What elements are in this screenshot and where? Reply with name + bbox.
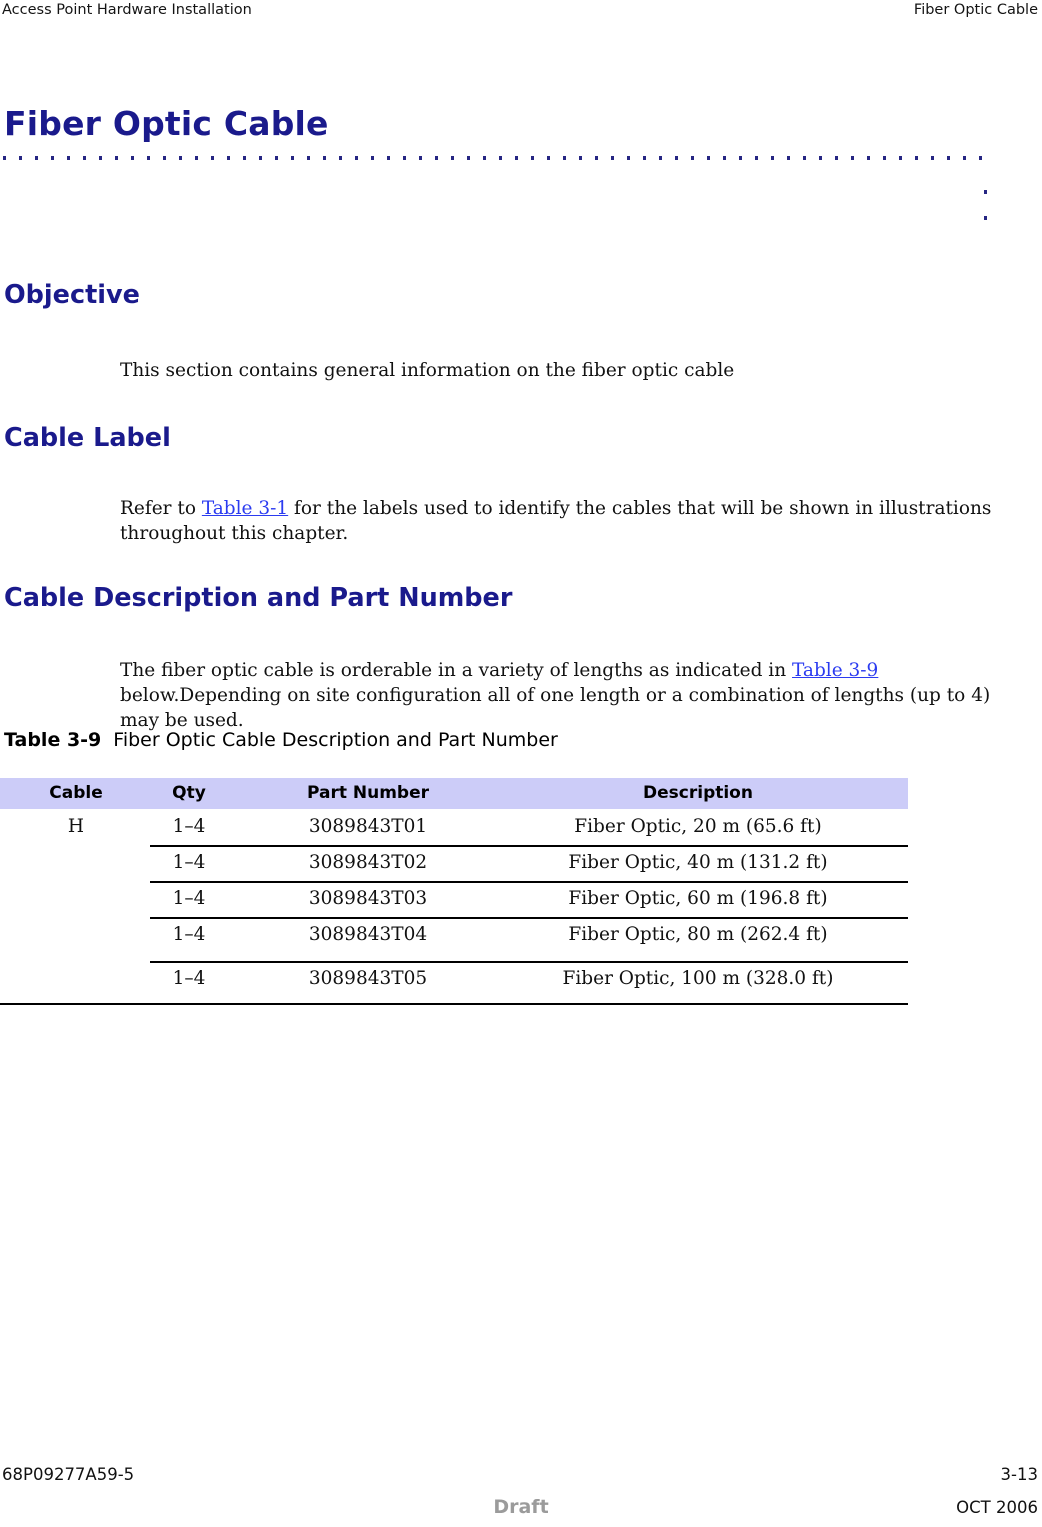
cell-part-number: 3089843T02 bbox=[308, 852, 428, 873]
section-heading-objective: Objective bbox=[4, 280, 140, 310]
running-head: Access Point Hardware Installation Fiber… bbox=[0, 0, 1042, 24]
row-divider bbox=[150, 917, 908, 919]
cell-description: Fiber Optic, 100 m (328.0 ft) bbox=[562, 968, 834, 989]
column-header-part-number: Part Number bbox=[306, 783, 430, 803]
cell-qty: 1–4 bbox=[172, 888, 206, 909]
table-caption-label: Table 3-9 bbox=[4, 729, 102, 751]
footer-date: OCT 2006 bbox=[956, 1498, 1038, 1517]
cell-qty: 1–4 bbox=[172, 852, 206, 873]
column-header-qty: Qty bbox=[172, 783, 206, 803]
table-row: 1–4 3089843T03 Fiber Optic, 60 m (196.8 … bbox=[0, 881, 908, 917]
page-footer: 68P09277A59-5 3-13 Draft OCT 2006 bbox=[0, 1457, 1042, 1527]
table-bottom-border bbox=[0, 1003, 908, 1006]
section-heading-cable-label: Cable Label bbox=[4, 423, 171, 453]
paragraph-text-lead: Refer to bbox=[120, 498, 202, 519]
cross-reference-table-3-1[interactable]: Table 3-1 bbox=[202, 498, 288, 519]
cell-description: Fiber Optic, 80 m (262.4 ft) bbox=[568, 924, 828, 945]
footer-page-number: 3-13 bbox=[1000, 1465, 1038, 1484]
cell-part-number: 3089843T04 bbox=[308, 924, 428, 945]
table-row: H 1–4 3089843T01 Fiber Optic, 20 m (65.6… bbox=[0, 809, 908, 845]
cell-cable: H bbox=[67, 816, 85, 837]
column-header-cable: Cable bbox=[49, 783, 103, 803]
column-header-description: Description bbox=[643, 783, 753, 803]
page-title: Fiber Optic Cable bbox=[4, 104, 329, 143]
cell-qty: 1–4 bbox=[172, 968, 206, 989]
section-paragraph-cable-description: The fiber optic cable is orderable in a … bbox=[120, 658, 1025, 733]
dotted-rule-divider bbox=[3, 156, 988, 160]
row-divider bbox=[150, 845, 908, 847]
dotted-rule-tail-dot-1 bbox=[984, 190, 987, 194]
cell-part-number: 3089843T05 bbox=[308, 968, 428, 989]
cell-description: Fiber Optic, 40 m (131.2 ft) bbox=[568, 852, 828, 873]
row-divider bbox=[150, 961, 908, 963]
section-paragraph-objective: This section contains general informatio… bbox=[120, 360, 735, 381]
paragraph-text-lead: The fiber optic cable is orderable in a … bbox=[120, 660, 793, 681]
table-caption-text: Fiber Optic Cable Description and Part N… bbox=[113, 729, 558, 751]
section-paragraph-cable-label: Refer to Table 3-1 for the labels used t… bbox=[120, 496, 1018, 546]
cell-description: Fiber Optic, 60 m (196.8 ft) bbox=[568, 888, 828, 909]
running-head-left: Access Point Hardware Installation bbox=[2, 2, 252, 18]
footer-draft-watermark: Draft bbox=[493, 1496, 549, 1518]
footer-document-number: 68P09277A59-5 bbox=[2, 1465, 135, 1484]
cross-reference-table-3-9[interactable]: Table 3-9 bbox=[792, 660, 878, 681]
cell-qty: 1–4 bbox=[172, 924, 206, 945]
document-page: Access Point Hardware Installation Fiber… bbox=[0, 0, 1042, 1527]
section-heading-cable-description-and-part-number: Cable Description and Part Number bbox=[4, 583, 513, 613]
cell-part-number: 3089843T01 bbox=[308, 816, 428, 837]
cell-description: Fiber Optic, 20 m (65.6 ft) bbox=[574, 816, 822, 837]
row-divider bbox=[150, 881, 908, 883]
paragraph-text-tail: below.Depending on site configuration al… bbox=[120, 685, 991, 731]
cell-qty: 1–4 bbox=[172, 816, 206, 837]
table-row: 1–4 3089843T04 Fiber Optic, 80 m (262.4 … bbox=[0, 917, 908, 961]
table-row: 1–4 3089843T05 Fiber Optic, 100 m (328.0… bbox=[0, 961, 908, 1003]
table-row: 1–4 3089843T02 Fiber Optic, 40 m (131.2 … bbox=[0, 845, 908, 881]
fiber-optic-cable-table: Cable Qty Part Number Description H 1–4 … bbox=[0, 778, 908, 1006]
cell-part-number: 3089843T03 bbox=[308, 888, 428, 909]
running-head-right: Fiber Optic Cable bbox=[913, 2, 1038, 18]
table-caption: Table 3-9 Fiber Optic Cable Description a… bbox=[4, 729, 558, 751]
dotted-rule-tail-dot-2 bbox=[984, 216, 987, 220]
table-header-row: Cable Qty Part Number Description bbox=[0, 778, 908, 809]
